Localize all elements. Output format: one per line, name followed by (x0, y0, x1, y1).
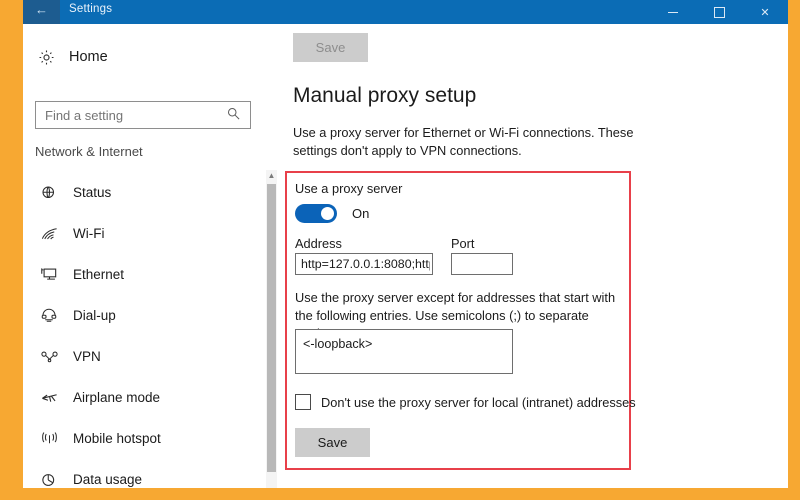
toggle-state-label: On (352, 205, 370, 221)
back-arrow-icon: ← (35, 2, 48, 17)
close-icon: ✕ (760, 6, 770, 19)
port-input[interactable] (451, 253, 513, 275)
local-addresses-label: Don't use the proxy server for local (in… (321, 394, 636, 410)
use-proxy-toggle[interactable] (295, 203, 337, 223)
search-input[interactable] (45, 107, 215, 123)
sidebar-item-label: VPN (73, 349, 101, 364)
sidebar-section-title: Network & Internet (35, 144, 143, 159)
sidebar-item-data-usage[interactable]: Data usage (23, 459, 260, 488)
page-title: Manual proxy setup (293, 84, 477, 107)
sidebar-item-vpn[interactable]: VPN (23, 336, 260, 377)
sidebar-item-mobile-hotspot[interactable]: Mobile hotspot (23, 418, 260, 459)
minimize-icon (668, 11, 678, 13)
address-label: Address (295, 236, 342, 251)
screenshot-frame: ← Settings ✕ Home Find a setting Network… (0, 0, 800, 500)
wifi-icon (36, 221, 62, 247)
hotspot-icon (36, 426, 62, 452)
sidebar-item-label: Ethernet (73, 267, 125, 282)
main-content: Save Manual proxy setup Use a proxy serv… (279, 24, 788, 488)
airplane-icon (36, 385, 62, 411)
local-addresses-checkbox[interactable] (295, 394, 311, 410)
save-bottom-button[interactable]: Save (295, 428, 370, 457)
maximize-icon (713, 6, 725, 18)
local-addresses-checkbox-row[interactable]: Don't use the proxy server for local (in… (295, 392, 636, 412)
use-proxy-toggle-row[interactable]: On (295, 202, 369, 224)
sidebar-item-label: Data usage (73, 472, 143, 487)
sidebar-home-label: Home (69, 49, 108, 65)
sidebar-nav-list: Status Wi-Fi Ethernet Dial-up VPN Airpla… (23, 172, 260, 488)
sidebar-item-dialup[interactable]: Dial-up (23, 295, 260, 336)
back-button[interactable]: ← (23, 0, 60, 24)
sidebar: Home Network & Internet (23, 24, 277, 488)
dialup-icon (36, 303, 62, 329)
page-description: Use a proxy server for Ethernet or Wi-Fi… (293, 125, 634, 158)
sidebar-item-airplane-mode[interactable]: Airplane mode (23, 377, 260, 418)
minimize-button[interactable] (650, 0, 696, 24)
settings-window: ← Settings ✕ Home Find a setting Network… (23, 0, 788, 488)
maximize-button[interactable] (696, 0, 742, 24)
sidebar-item-home[interactable]: Home (23, 42, 260, 72)
search-box[interactable] (35, 101, 251, 129)
sidebar-item-status[interactable]: Status (23, 172, 260, 213)
address-input[interactable] (295, 253, 433, 275)
title-bar: ← Settings ✕ (23, 0, 788, 24)
sidebar-item-ethernet[interactable]: Ethernet (23, 254, 260, 295)
port-label: Port (451, 236, 475, 251)
search-icon (226, 106, 242, 122)
close-button[interactable]: ✕ (742, 0, 788, 24)
sidebar-item-label: Status (73, 185, 112, 200)
data-usage-icon (36, 467, 62, 489)
toggle-knob (321, 206, 334, 220)
sidebar-scrollbar-thumb[interactable] (267, 184, 276, 472)
window-title: Settings (69, 3, 113, 15)
save-top-button[interactable]: Save (293, 33, 368, 62)
window-controls: ✕ (648, 0, 788, 24)
exceptions-input[interactable]: <-loopback> (295, 329, 513, 374)
vpn-icon (36, 344, 62, 370)
sidebar-item-label: Dial-up (73, 308, 116, 323)
sidebar-item-label: Airplane mode (73, 390, 161, 405)
globe-status-icon (36, 180, 62, 206)
sidebar-item-wifi[interactable]: Wi-Fi (23, 213, 260, 254)
sidebar-item-label: Mobile hotspot (73, 431, 161, 446)
sidebar-item-label: Wi-Fi (73, 226, 105, 241)
ethernet-icon (36, 262, 62, 288)
gear-icon (35, 46, 57, 68)
chevron-up-icon[interactable]: ▲ (266, 170, 277, 182)
use-proxy-label: Use a proxy server (295, 181, 403, 196)
